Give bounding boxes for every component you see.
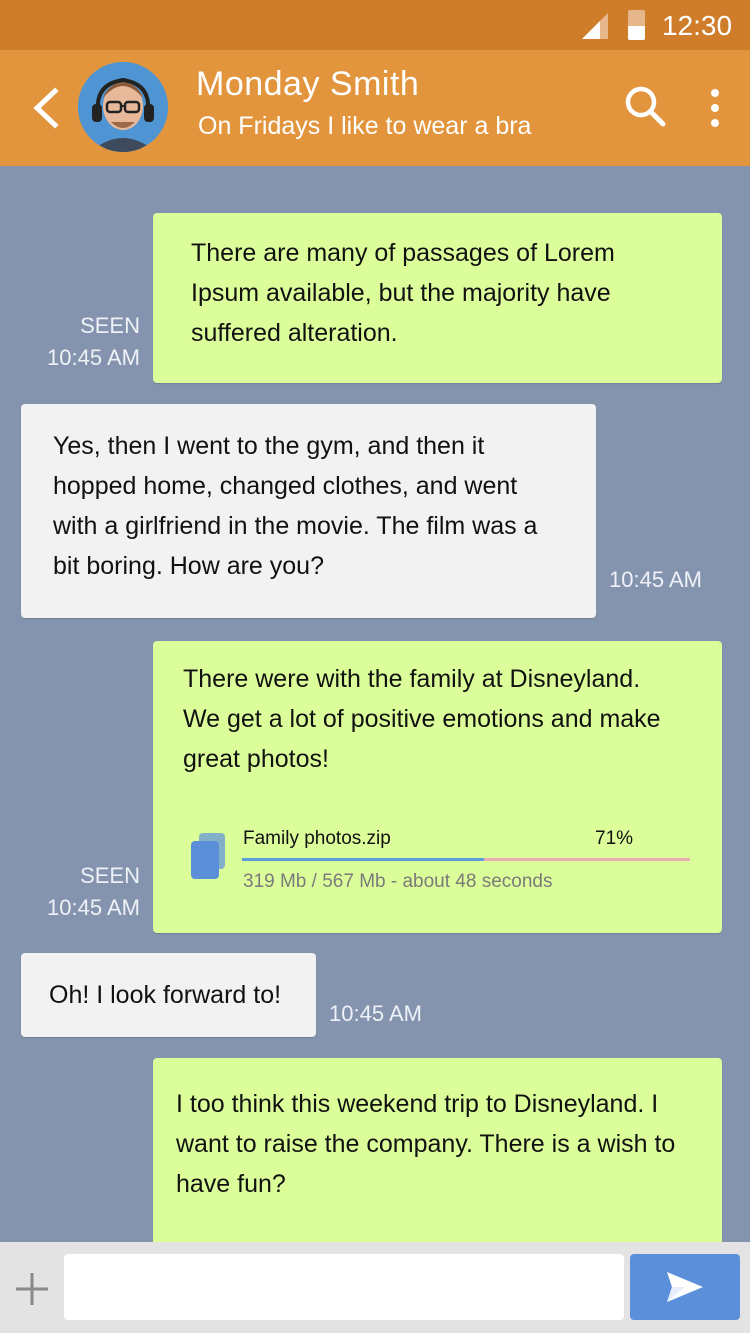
attachment-detail: 319 Mb / 567 Mb - about 48 seconds <box>243 871 553 892</box>
more-vert-icon[interactable] <box>700 84 730 132</box>
message-time: 10:45 AM <box>609 567 702 592</box>
message-bubble-incoming[interactable]: Yes, then I went to the gym, and then it… <box>21 404 596 618</box>
plus-icon[interactable] <box>12 1269 52 1309</box>
avatar-image <box>78 62 168 152</box>
message-time: 10:45 AM <box>47 895 140 920</box>
message-bubble-incoming[interactable]: Oh! I look forward to! <box>21 953 316 1037</box>
send-button[interactable] <box>630 1254 740 1320</box>
send-icon <box>667 1272 703 1302</box>
message-meta: SEEN 10:45 AM <box>20 860 140 924</box>
battery-icon <box>628 10 645 40</box>
message-text: Oh! I look forward to! <box>49 981 282 1009</box>
message-time: 10:45 AM <box>329 1001 422 1026</box>
attachment-name: Family photos.zip <box>243 828 391 849</box>
attachment-progress-fill <box>242 858 484 861</box>
message-input[interactable] <box>64 1254 624 1320</box>
message-text: There are many of passages of Lorem Ipsu… <box>191 239 615 347</box>
status-time: 12:30 <box>662 10 733 41</box>
message-bubble-outgoing[interactable]: I too think this weekend trip to Disneyl… <box>153 1058 722 1258</box>
message-meta: SEEN 10:45 AM <box>20 310 140 374</box>
contact-name[interactable]: Monday Smith <box>196 64 419 104</box>
back-arrow-icon <box>33 87 59 129</box>
attachment-progress-track <box>242 858 690 861</box>
composer <box>0 1242 750 1333</box>
app-bar: Monday Smith On Fridays I like to wear a… <box>0 50 750 166</box>
message-text: Yes, then I went to the gym, and then it… <box>53 432 538 580</box>
message-bubble-outgoing[interactable]: There were with the family at Disneyland… <box>153 641 722 933</box>
avatar[interactable] <box>78 62 168 152</box>
signal-icon <box>582 13 608 39</box>
back-button[interactable] <box>22 84 70 132</box>
file-icon <box>191 833 225 879</box>
seen-label: SEEN <box>80 863 140 888</box>
message-text: I too think this weekend trip to Disneyl… <box>176 1090 676 1198</box>
message-text: There were with the family at Disneyland… <box>183 665 661 773</box>
status-bar: 12:30 <box>0 0 750 50</box>
attachment-percent: 71% <box>595 828 634 849</box>
seen-label: SEEN <box>80 313 140 338</box>
contact-status: On Fridays I like to wear a bra <box>198 112 532 140</box>
search-icon[interactable] <box>620 82 670 132</box>
message-time: 10:45 AM <box>47 345 140 370</box>
message-bubble-outgoing[interactable]: There are many of passages of Lorem Ipsu… <box>153 213 722 383</box>
